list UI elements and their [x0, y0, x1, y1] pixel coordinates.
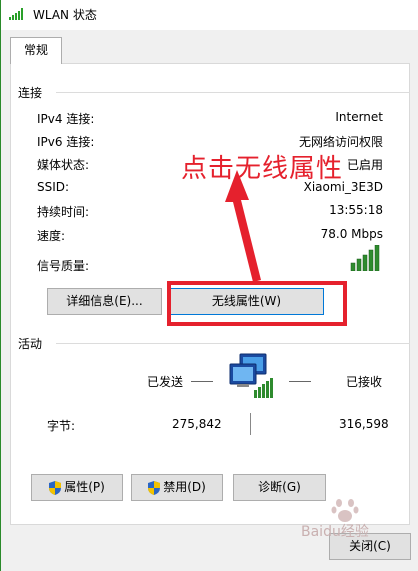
properties-button[interactable]: 属性(P) — [31, 474, 123, 501]
highlight-box — [167, 281, 347, 326]
diagnose-button[interactable]: 诊断(G) — [233, 474, 326, 501]
properties-button-label: 属性(P) — [64, 480, 105, 494]
window-title: WLAN 状态 — [33, 8, 97, 22]
uac-shield-icon — [148, 480, 161, 495]
duration-label: 持续时间: — [37, 205, 90, 219]
baidu-paw-logo — [331, 499, 359, 522]
speed-value: 78.0 Mbps — [320, 227, 383, 241]
bytes-label: 字节: — [47, 419, 76, 433]
received-label: 已接收 — [346, 375, 383, 389]
ssid-label: SSID: — [37, 180, 70, 194]
wlan-status-window: WLAN 状态 常规 连接 IPv4 连接: Internet IPv6 连接:… — [0, 0, 418, 571]
network-computers-icon — [229, 353, 273, 398]
details-button[interactable]: 详细信息(E)... — [47, 288, 162, 315]
uac-shield-icon — [49, 480, 62, 495]
sent-label: 已发送 — [147, 375, 184, 389]
disable-button-label: 禁用(D) — [163, 480, 206, 494]
connection-group-label: 连接 — [18, 86, 43, 100]
ipv4-value: Internet — [335, 110, 383, 124]
title-bar: WLAN 状态 — [1, 0, 418, 30]
ipv4-label: IPv4 连接: — [37, 112, 95, 126]
bytes-divider — [250, 413, 251, 435]
media-state-label: 媒体状态: — [37, 158, 90, 172]
annotation-arrow-icon — [225, 170, 261, 282]
ipv6-label: IPv6 连接: — [37, 135, 95, 149]
tab-general[interactable]: 常规 — [10, 37, 62, 64]
connection-group-divider — [56, 92, 410, 93]
bytes-sent-value: 275,842 — [172, 417, 222, 431]
activity-group-divider — [56, 343, 410, 344]
bytes-received-value: 316,598 — [339, 417, 389, 431]
received-dash — [289, 381, 311, 382]
signal-quality-label: 信号质量: — [37, 259, 90, 273]
disable-button[interactable]: 禁用(D) — [131, 474, 223, 501]
wifi-signal-icon — [9, 8, 23, 20]
sent-dash — [191, 381, 213, 382]
media-state-value: 已启用 — [346, 158, 383, 172]
activity-group-label: 活动 — [18, 337, 43, 351]
signal-strength-icon — [350, 245, 380, 271]
duration-value: 13:55:18 — [329, 203, 383, 217]
speed-label: 速度: — [37, 229, 66, 243]
watermark-text: Baidu经验 — [301, 524, 369, 540]
